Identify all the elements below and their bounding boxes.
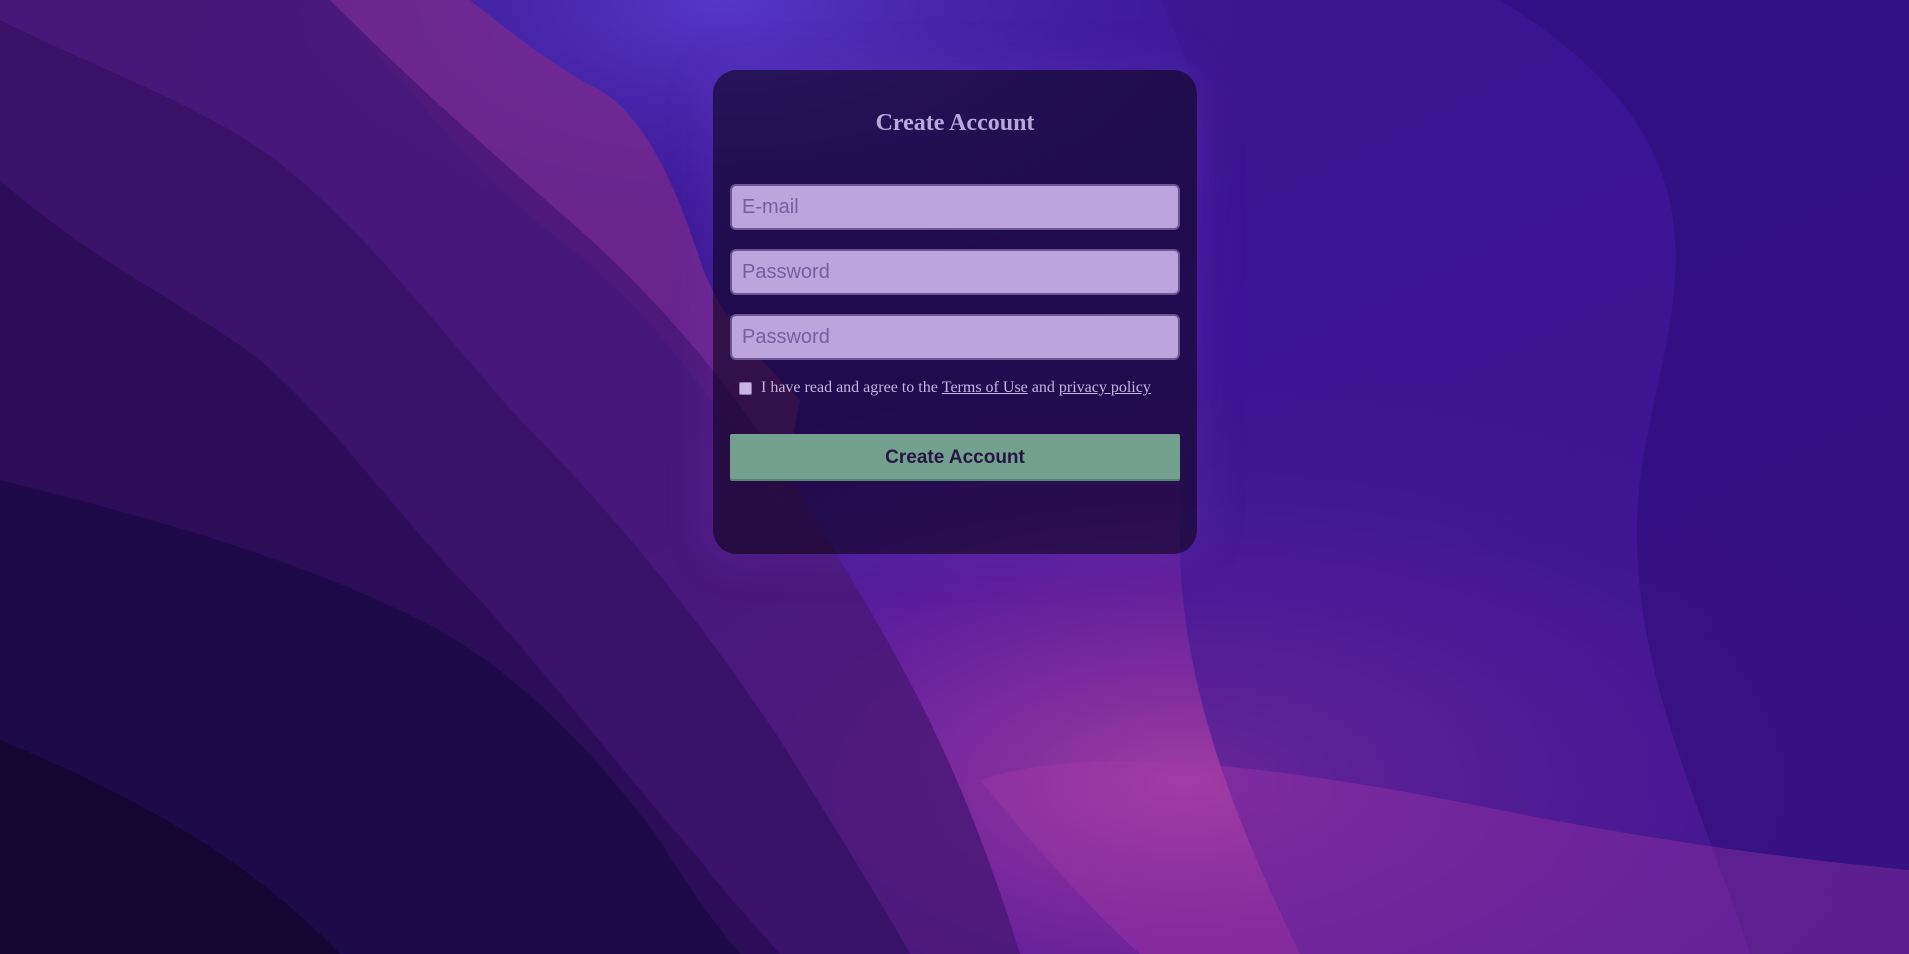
email-field[interactable]: [730, 184, 1180, 230]
agree-text-prefix: I have read and agree to the: [761, 379, 938, 396]
create-account-button[interactable]: Create Account: [730, 434, 1180, 481]
agree-checkbox[interactable]: [739, 381, 752, 395]
confirm-password-field[interactable]: [730, 314, 1180, 360]
password-field[interactable]: [730, 249, 1180, 295]
signup-card: Create Account I have read and agree to …: [713, 70, 1197, 554]
page-title: Create Account: [875, 110, 1035, 136]
agree-text-and: and: [1031, 379, 1055, 396]
privacy-policy-link[interactable]: privacy policy: [1059, 379, 1151, 397]
terms-of-use-link[interactable]: Terms of Use: [942, 379, 1028, 397]
terms-agreement: I have read and agree to the Terms of Us…: [739, 378, 1151, 398]
